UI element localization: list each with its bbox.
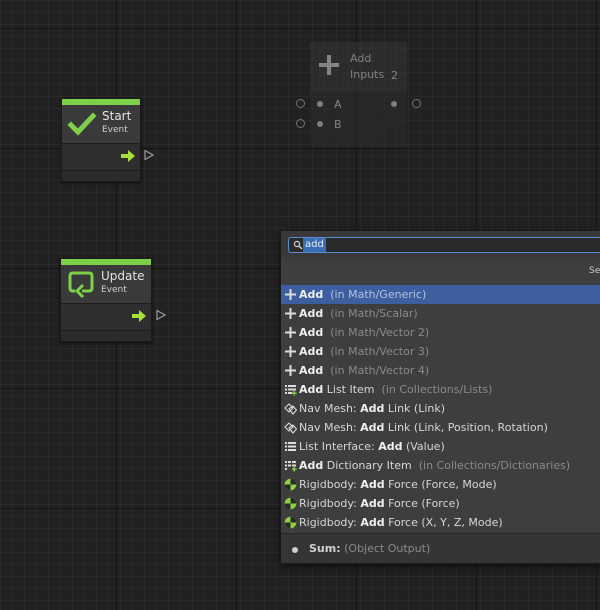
result-item[interactable]: Add List Item (in Collections/Lists)	[281, 380, 600, 399]
fuzzy-finder-panel[interactable]: add Se Add (in Math/Generic) Add (in Math…	[280, 230, 600, 564]
search-box[interactable]: add	[288, 237, 600, 253]
plus-icon	[285, 346, 296, 357]
result-item-label: Add Dictionary Item (in Collections/Dict…	[299, 459, 571, 472]
add-output-connector[interactable]	[412, 99, 421, 108]
result-item[interactable]: Rigidbody: Add Force (X, Y, Z, Mode)	[281, 513, 600, 532]
input-port-b[interactable]	[317, 121, 323, 127]
add-node-input-a: A	[310, 95, 407, 113]
update-event-node[interactable]: Update Event	[60, 258, 152, 342]
add-node-inputs-label: Inputs	[350, 68, 385, 81]
update-flow-output-port[interactable]	[156, 310, 166, 320]
update-node-footer	[61, 331, 151, 341]
flow-arrow-icon	[121, 150, 135, 162]
add-node-input-b: B	[310, 115, 407, 133]
checkmark-icon	[67, 112, 97, 136]
result-item-label: Add (in Math/Vector 3)	[299, 345, 430, 358]
finder-footer[interactable]: Sum: (Object Output)	[281, 533, 600, 563]
result-item-label: Add (in Math/Scalar)	[299, 307, 418, 320]
rigidbody-icon	[284, 516, 297, 529]
result-item[interactable]: Add (in Math/Vector 4)	[281, 361, 600, 380]
add-input-b-connector[interactable]	[296, 119, 305, 128]
result-item[interactable]: Add (in Math/Vector 3)	[281, 342, 600, 361]
input-b-label: B	[334, 118, 342, 131]
plus-icon	[285, 365, 296, 376]
update-node-title: Update	[101, 269, 145, 283]
start-node-body	[62, 144, 140, 171]
result-item[interactable]: Rigidbody: Add Force (Force, Mode)	[281, 475, 600, 494]
add-input-a-connector[interactable]	[296, 99, 305, 108]
add-node[interactable]: Add Inputs 2 A B	[310, 42, 407, 147]
result-item-label: Add (in Math/Vector 2)	[299, 326, 430, 339]
start-node-title: Start	[102, 109, 132, 123]
result-item[interactable]: Add (in Math/Vector 2)	[281, 323, 600, 342]
loop-icon	[68, 271, 94, 299]
result-item-label: Nav Mesh: Add Link (Link, Position, Rota…	[299, 421, 548, 434]
update-node-subtitle: Event	[101, 285, 127, 295]
nav-mesh-icon	[284, 403, 297, 415]
update-node-body	[61, 304, 151, 331]
flow-arrow-icon	[132, 310, 146, 322]
result-item[interactable]: Rigidbody: Add Force (Force)	[281, 494, 600, 513]
output-dot-icon	[292, 547, 298, 553]
plus-icon	[285, 327, 296, 338]
update-node-header[interactable]: Update Event	[61, 259, 151, 304]
plus-icon	[319, 55, 339, 75]
footer-context: (Object Output)	[344, 542, 431, 555]
result-item-label: Nav Mesh: Add Link (Link)	[299, 402, 446, 415]
result-item-label: List Interface: Add (Value)	[299, 440, 445, 453]
output-port-result[interactable]	[391, 101, 397, 107]
nav-mesh-icon	[284, 422, 297, 434]
dictionary-add-icon	[285, 461, 297, 472]
rigidbody-icon	[284, 497, 297, 510]
result-item-label: Rigidbody: Add Force (X, Y, Z, Mode)	[299, 516, 503, 529]
footer-label: Sum:	[309, 542, 341, 555]
start-node-header[interactable]: Start Event	[62, 99, 140, 144]
add-node-inputs-count[interactable]: 2	[391, 69, 398, 82]
result-item[interactable]: Add (in Math/Scalar)	[281, 304, 600, 323]
result-item-label: Add List Item (in Collections/Lists)	[299, 383, 493, 396]
list-add-icon	[285, 385, 297, 396]
result-item[interactable]: Nav Mesh: Add Link (Link)	[281, 399, 600, 418]
search-input[interactable]: add	[303, 238, 326, 252]
start-node-footer	[62, 171, 140, 181]
result-item[interactable]: Add (in Math/Generic)	[281, 285, 600, 304]
rigidbody-icon	[284, 478, 297, 491]
result-item[interactable]: Add Dictionary Item (in Collections/Dict…	[281, 456, 600, 475]
result-item[interactable]: Nav Mesh: Add Link (Link, Position, Rota…	[281, 418, 600, 437]
plus-icon	[285, 308, 296, 319]
result-list: Add (in Math/Generic) Add (in Math/Scalar…	[281, 285, 600, 532]
finder-header-truncated[interactable]: Se	[589, 266, 600, 276]
result-item[interactable]: List Interface: Add (Value)	[281, 437, 600, 456]
input-port-a[interactable]	[317, 101, 323, 107]
add-node-header[interactable]: Add Inputs 2	[310, 42, 407, 92]
finder-header-row: Se	[281, 259, 600, 286]
list-icon	[285, 442, 296, 451]
result-item-label: Rigidbody: Add Force (Force)	[299, 497, 460, 510]
start-node-subtitle: Event	[102, 125, 128, 135]
input-a-label: A	[334, 98, 342, 111]
start-flow-output-port[interactable]	[144, 150, 154, 160]
footer-text: Sum: (Object Output)	[309, 542, 430, 555]
plus-icon	[285, 289, 296, 300]
result-item-label: Add (in Math/Generic)	[299, 288, 427, 301]
add-node-title: Add	[350, 52, 372, 65]
start-event-node[interactable]: Start Event	[61, 98, 141, 182]
result-item-label: Add (in Math/Vector 4)	[299, 364, 430, 377]
search-icon	[293, 240, 303, 250]
search-row: add	[281, 231, 600, 259]
result-item-label: Rigidbody: Add Force (Force, Mode)	[299, 478, 497, 491]
